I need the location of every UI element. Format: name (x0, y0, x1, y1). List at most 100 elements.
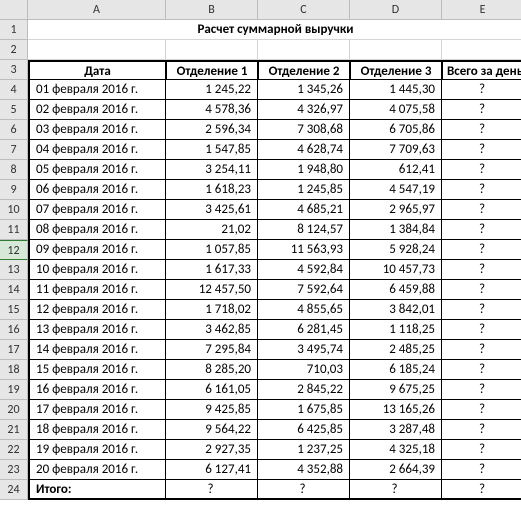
value-cell[interactable]: 612,41 (350, 160, 442, 180)
column-header-B[interactable]: B (166, 0, 258, 20)
value-cell[interactable]: 11 563,93 (258, 240, 350, 260)
table-header-d2[interactable]: Отделение 2 (258, 60, 350, 80)
row-header-24[interactable]: 24 (0, 480, 28, 500)
row-header-5[interactable]: 5 (0, 100, 28, 120)
row-header-19[interactable]: 19 (0, 380, 28, 400)
value-cell[interactable]: 7 295,84 (166, 340, 258, 360)
row-header-16[interactable]: 16 (0, 320, 28, 340)
value-cell[interactable]: 3 842,01 (350, 300, 442, 320)
value-cell[interactable]: 1 118,25 (350, 320, 442, 340)
row-header-3[interactable]: 3 (0, 60, 28, 80)
total-cell[interactable]: ? (442, 300, 521, 320)
row-header-23[interactable]: 23 (0, 460, 28, 480)
row-header-18[interactable]: 18 (0, 360, 28, 380)
value-cell[interactable]: 13 165,26 (350, 400, 442, 420)
total-cell[interactable]: ? (442, 100, 521, 120)
row-header-11[interactable]: 11 (0, 220, 28, 240)
row-header-6[interactable]: 6 (0, 120, 28, 140)
column-header-C[interactable]: C (258, 0, 350, 20)
date-cell[interactable]: 18 февраля 2016 г. (28, 420, 166, 440)
value-cell[interactable]: 7 709,63 (350, 140, 442, 160)
column-header-A[interactable]: A (28, 0, 166, 20)
date-cell[interactable]: 09 февраля 2016 г. (28, 240, 166, 260)
value-cell[interactable]: 1 057,85 (166, 240, 258, 260)
row-header-2[interactable]: 2 (0, 40, 28, 60)
value-cell[interactable]: 7 592,64 (258, 280, 350, 300)
date-cell[interactable]: 14 февраля 2016 г. (28, 340, 166, 360)
value-cell[interactable]: 1 547,85 (166, 140, 258, 160)
value-cell[interactable]: 1 237,25 (258, 440, 350, 460)
row-header-7[interactable]: 7 (0, 140, 28, 160)
blank-cell[interactable] (258, 40, 350, 60)
row-header-1[interactable]: 1 (0, 20, 28, 40)
value-cell[interactable]: 4 578,36 (166, 100, 258, 120)
value-cell[interactable]: 1 384,84 (350, 220, 442, 240)
value-cell[interactable]: 10 457,73 (350, 260, 442, 280)
row-header-13[interactable]: 13 (0, 260, 28, 280)
row-header-22[interactable]: 22 (0, 440, 28, 460)
row-header-4[interactable]: 4 (0, 80, 28, 100)
value-cell[interactable]: 4 855,65 (258, 300, 350, 320)
row-header-8[interactable]: 8 (0, 160, 28, 180)
date-cell[interactable]: 13 февраля 2016 г. (28, 320, 166, 340)
table-header-date[interactable]: Дата (28, 60, 166, 80)
column-header-D[interactable]: D (350, 0, 442, 20)
total-cell[interactable]: ? (442, 260, 521, 280)
value-cell[interactable]: 4 075,58 (350, 100, 442, 120)
value-cell[interactable]: 4 547,19 (350, 180, 442, 200)
blank-cell[interactable] (442, 40, 521, 60)
value-cell[interactable]: 1 445,30 (350, 80, 442, 100)
row-header-20[interactable]: 20 (0, 400, 28, 420)
footer-value[interactable]: ? (350, 480, 442, 500)
total-cell[interactable]: ? (442, 440, 521, 460)
value-cell[interactable]: 6 705,86 (350, 120, 442, 140)
value-cell[interactable]: 6 425,85 (258, 420, 350, 440)
footer-value[interactable]: ? (258, 480, 350, 500)
date-cell[interactable]: 07 февраля 2016 г. (28, 200, 166, 220)
value-cell[interactable]: 6 127,41 (166, 460, 258, 480)
footer-total[interactable]: ? (442, 480, 521, 500)
total-cell[interactable]: ? (442, 340, 521, 360)
value-cell[interactable]: 4 352,88 (258, 460, 350, 480)
row-header-21[interactable]: 21 (0, 420, 28, 440)
value-cell[interactable]: 9 564,22 (166, 420, 258, 440)
value-cell[interactable]: 8 285,20 (166, 360, 258, 380)
total-cell[interactable]: ? (442, 120, 521, 140)
date-cell[interactable]: 11 февраля 2016 г. (28, 280, 166, 300)
value-cell[interactable]: 2 664,39 (350, 460, 442, 480)
row-header-9[interactable]: 9 (0, 180, 28, 200)
total-cell[interactable]: ? (442, 160, 521, 180)
total-cell[interactable]: ? (442, 220, 521, 240)
value-cell[interactable]: 2 845,22 (258, 380, 350, 400)
value-cell[interactable]: 6 161,05 (166, 380, 258, 400)
value-cell[interactable]: 3 425,61 (166, 200, 258, 220)
table-header-d3[interactable]: Отделение 3 (350, 60, 442, 80)
date-cell[interactable]: 05 февраля 2016 г. (28, 160, 166, 180)
value-cell[interactable]: 1 675,85 (258, 400, 350, 420)
value-cell[interactable]: 3 495,74 (258, 340, 350, 360)
date-cell[interactable]: 17 февраля 2016 г. (28, 400, 166, 420)
row-header-17[interactable]: 17 (0, 340, 28, 360)
value-cell[interactable]: 3 287,48 (350, 420, 442, 440)
date-cell[interactable]: 01 февраля 2016 г. (28, 80, 166, 100)
value-cell[interactable]: 1 618,23 (166, 180, 258, 200)
value-cell[interactable]: 2 596,34 (166, 120, 258, 140)
date-cell[interactable]: 10 февраля 2016 г. (28, 260, 166, 280)
row-header-10[interactable]: 10 (0, 200, 28, 220)
table-header-d1[interactable]: Отделение 1 (166, 60, 258, 80)
total-cell[interactable]: ? (442, 200, 521, 220)
total-cell[interactable]: ? (442, 140, 521, 160)
total-cell[interactable]: ? (442, 420, 521, 440)
total-cell[interactable]: ? (442, 380, 521, 400)
blank-cell[interactable] (28, 40, 166, 60)
date-cell[interactable]: 12 февраля 2016 г. (28, 300, 166, 320)
value-cell[interactable]: 9 425,85 (166, 400, 258, 420)
total-cell[interactable]: ? (442, 460, 521, 480)
value-cell[interactable]: 1 617,33 (166, 260, 258, 280)
value-cell[interactable]: 2 927,35 (166, 440, 258, 460)
value-cell[interactable]: 4 592,84 (258, 260, 350, 280)
value-cell[interactable]: 4 325,18 (350, 440, 442, 460)
date-cell[interactable]: 15 февраля 2016 г. (28, 360, 166, 380)
value-cell[interactable]: 1 245,85 (258, 180, 350, 200)
value-cell[interactable]: 6 459,88 (350, 280, 442, 300)
